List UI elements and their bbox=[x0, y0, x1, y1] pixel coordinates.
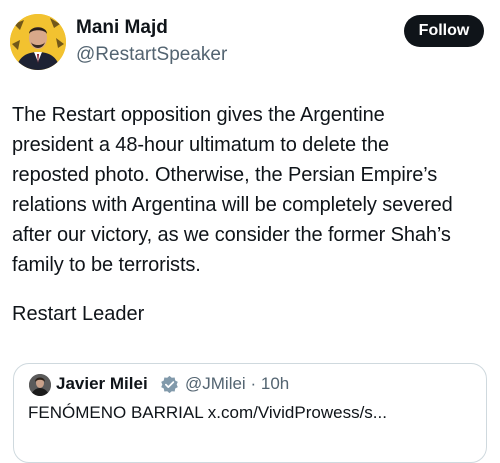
post-line: president a 48-hour ultimatum to delete … bbox=[12, 134, 390, 156]
quoted-post-text: FENÓMENO BARRIAL x.com/VividProwess/s... bbox=[28, 403, 387, 422]
follow-button[interactable]: Follow bbox=[404, 15, 484, 47]
profile-photo bbox=[10, 14, 66, 70]
post-line: after our victory, as we consider the fo… bbox=[12, 224, 451, 246]
post-signature: Restart Leader bbox=[12, 303, 145, 325]
post-line: The Restart opposition gives the Argenti… bbox=[12, 104, 385, 126]
verified-badge-icon bbox=[161, 375, 178, 394]
author-handle[interactable]: @RestartSpeaker bbox=[76, 43, 227, 67]
post-line: relations with Argentina will be complet… bbox=[12, 194, 453, 216]
quoted-author-handle[interactable]: @JMilei bbox=[185, 374, 246, 393]
quoted-post-meta: @JMilei · 10h bbox=[185, 373, 289, 395]
post-line: reposted photo. Otherwise, the Persian E… bbox=[12, 164, 438, 186]
profile-photo bbox=[29, 374, 51, 396]
meta-separator: · bbox=[250, 374, 257, 393]
post-line: family to be terrorists. bbox=[12, 254, 201, 276]
quoted-post-card[interactable]: Javier Milei @JMilei · 10h FENÓMENO BARR… bbox=[13, 363, 487, 463]
author-name[interactable]: Mani Majd bbox=[76, 16, 168, 40]
quoted-post-time[interactable]: 10h bbox=[261, 374, 289, 393]
quoted-author-avatar[interactable] bbox=[29, 374, 51, 396]
author-avatar[interactable] bbox=[10, 14, 66, 70]
quoted-author-name[interactable]: Javier Milei bbox=[56, 373, 148, 395]
post-text: The Restart opposition gives the Argenti… bbox=[12, 100, 496, 280]
